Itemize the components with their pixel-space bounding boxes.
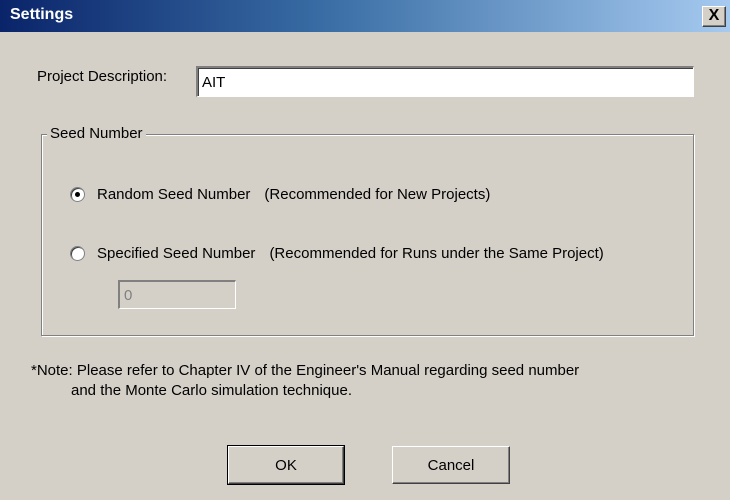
specified-seed-label: Specified Seed Number <box>97 244 256 262</box>
random-seed-option[interactable]: Random Seed Number (Recommended for New … <box>70 184 490 204</box>
ok-button[interactable]: OK <box>227 445 345 485</box>
note-line-1: *Note: Please refer to Chapter IV of the… <box>31 362 580 379</box>
specified-seed-option[interactable]: Specified Seed Number (Recommended for R… <box>70 243 604 263</box>
close-button[interactable]: X <box>702 6 726 27</box>
note-line-2: and the Monte Carlo simulation technique… <box>71 382 353 399</box>
project-description-label: Project Description: <box>37 68 168 85</box>
note-text: *Note: Please refer to Chapter IV of the… <box>31 361 579 401</box>
dialog-title: Settings <box>10 6 74 23</box>
specified-seed-radio[interactable] <box>70 245 85 261</box>
title-bar[interactable]: Settings X <box>0 0 730 32</box>
close-icon: X <box>708 7 720 24</box>
cancel-button[interactable]: Cancel <box>392 446 510 484</box>
random-seed-radio[interactable] <box>70 186 85 202</box>
random-seed-label: Random Seed Number <box>97 185 251 203</box>
settings-dialog: Settings X Project Description: Seed Num… <box>0 0 730 500</box>
seed-number-group-title: Seed Number <box>47 125 146 142</box>
random-seed-hint: (Recommended for New Projects) <box>264 185 491 203</box>
specified-seed-hint: (Recommended for Runs under the Same Pro… <box>269 244 604 262</box>
specified-seed-input[interactable] <box>118 280 236 309</box>
project-description-input[interactable] <box>196 66 694 97</box>
